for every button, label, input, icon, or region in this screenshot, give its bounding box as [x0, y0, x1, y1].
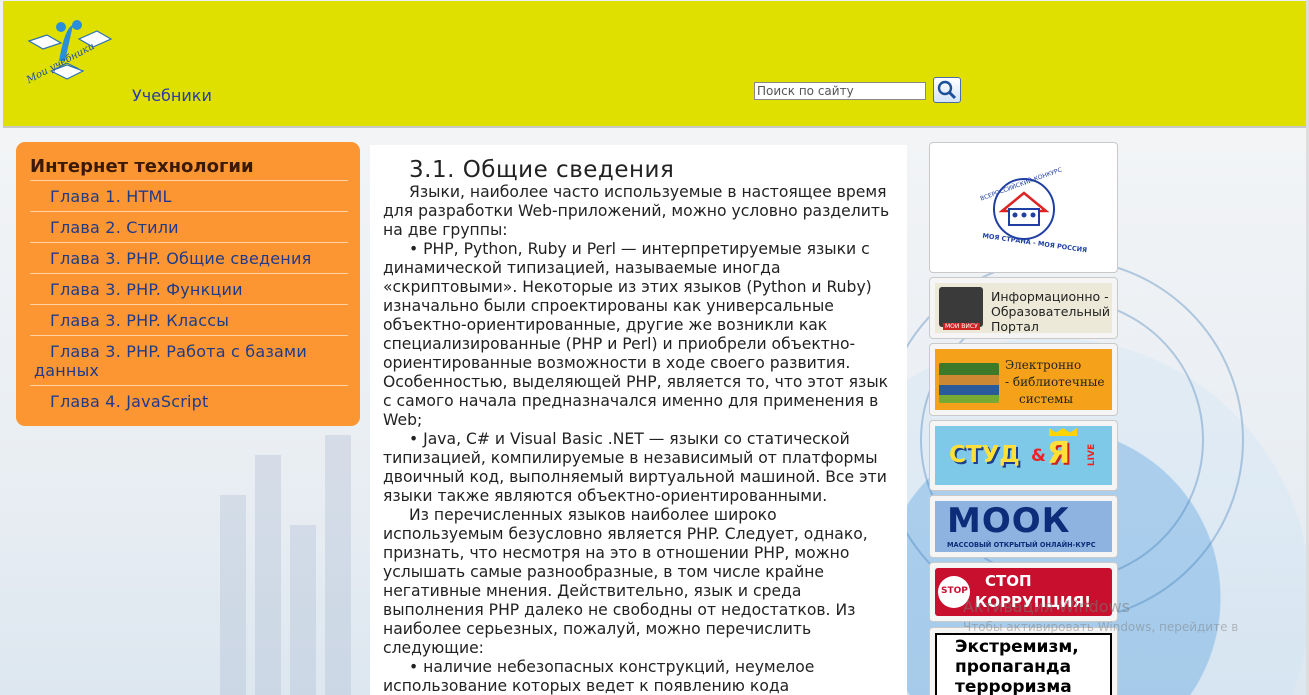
library-line1: Электронно: [1005, 358, 1082, 372]
mook-subtitle: МАССОВЫЙ ОТКРЫТЫЙ ОНЛАЙН-КУРС: [947, 541, 1096, 549]
extremism-line2: пропаганда: [955, 657, 1072, 677]
menu-item-label[interactable]: Глава 3. PHP. Классы: [50, 311, 229, 330]
magnifier-icon: [937, 80, 957, 100]
site-header: Мои учебники Учебники: [3, 1, 1306, 128]
mook-title: МООК: [947, 501, 1071, 541]
banner-portal[interactable]: МОИ ВИСУ Информационно - Образовательный…: [929, 277, 1118, 339]
corruption-line1: СТОП: [985, 572, 1032, 590]
banner-stud-ya[interactable]: СТУД & Я LIVE: [929, 420, 1118, 491]
graduate-cap-icon: [939, 287, 983, 327]
stud-live: LIVE: [1087, 443, 1098, 467]
extremism-line1: Экстремизм,: [955, 637, 1079, 657]
books-icon: [939, 363, 999, 403]
menu-item-label[interactable]: Глава 2. Стили: [50, 218, 179, 237]
article-paragraph: Языки, наиболее часто используемые в нас…: [383, 183, 890, 239]
stud-amp: &: [1031, 446, 1046, 466]
search-button[interactable]: [933, 77, 961, 103]
windows-activation-text: Чтобы активировать Windows, перейдите в: [963, 620, 1239, 634]
portal-line2: Образовательный: [991, 304, 1110, 319]
menu-title: Интернет технологии: [30, 156, 254, 177]
crown-icon: [1049, 428, 1077, 436]
menu-item-label[interactable]: Глава 4. JavaScript: [50, 392, 208, 411]
library-line3: системы: [1019, 392, 1074, 406]
menu-item-label[interactable]: Глава 3. PHP. Работа с базами данных: [34, 342, 307, 380]
contest-emblem-icon: [993, 178, 1055, 240]
banner-extremism[interactable]: Экстремизм, пропаганда терроризма: [929, 627, 1118, 695]
article-title: 3.1. Общие сведения: [409, 157, 675, 183]
portal-line1: Информационно -: [991, 289, 1109, 304]
menu-item-php-general[interactable]: Глава 3. PHP. Общие сведения: [30, 242, 348, 273]
stop-sign-text: STOP: [941, 586, 968, 596]
windows-activation-title: Активация Windows: [963, 597, 1130, 616]
menu-item-label[interactable]: Глава 3. PHP. Функции: [50, 280, 243, 299]
article-paragraph: • Java, C# и Visual Basic .NET — языки с…: [383, 430, 887, 505]
textbooks-link[interactable]: Учебники: [132, 86, 212, 105]
portal-badge: МОИ ВИСУ: [943, 323, 980, 330]
portal-line3: Портал: [991, 319, 1039, 334]
stud-ya: Я: [1047, 436, 1071, 471]
article-content: 3.1. Общие сведения Языки, наиболее част…: [370, 145, 907, 695]
chapters-menu: Интернет технологии Глава 1. HTML Глава …: [16, 142, 360, 426]
menu-item-label[interactable]: Глава 3. PHP. Общие сведения: [50, 249, 311, 268]
article-paragraph: • наличие небезопасных конструкций, неум…: [383, 658, 815, 695]
menu-item-php-functions[interactable]: Глава 3. PHP. Функции: [30, 273, 348, 304]
library-line2: - библиотечные: [1005, 375, 1105, 389]
stud-text: СТУД: [949, 442, 1020, 468]
article-paragraph: • PHP, Python, Ruby и Perl — интерпретир…: [383, 240, 889, 429]
extremism-line3: терроризма: [955, 677, 1072, 695]
banner-mook[interactable]: МООК МАССОВЫЙ ОТКРЫТЫЙ ОНЛАЙН-КУРС: [929, 495, 1118, 558]
menu-item-javascript[interactable]: Глава 4. JavaScript: [30, 385, 348, 416]
menu-item-html[interactable]: Глава 1. HTML: [30, 180, 348, 211]
menu-item-php-classes[interactable]: Глава 3. PHP. Классы: [30, 304, 348, 335]
search-input[interactable]: [754, 82, 926, 100]
banner-library[interactable]: Электронно - библиотечные системы: [929, 343, 1118, 416]
menu-item-label[interactable]: Глава 1. HTML: [50, 187, 172, 206]
menu-item-php-databases[interactable]: Глава 3. PHP. Работа с базами данных: [30, 335, 348, 385]
banner-contest[interactable]: ВСЕРОССИЙСКИЙ КОНКУРС МОЯ СТРАНА - МОЯ Р…: [929, 142, 1118, 273]
menu-item-styles[interactable]: Глава 2. Стили: [30, 211, 348, 242]
article-paragraph: Из перечисленных языков наиболее широко …: [383, 506, 868, 657]
